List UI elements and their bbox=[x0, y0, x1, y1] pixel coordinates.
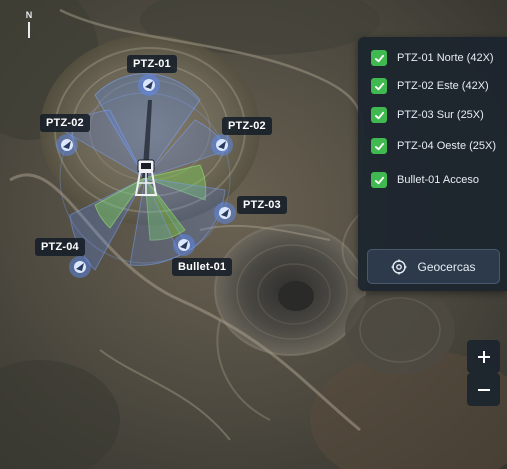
checkbox-checked-icon[interactable] bbox=[371, 138, 387, 154]
minus-icon bbox=[477, 388, 490, 391]
geofences-button[interactable]: Geocercas bbox=[367, 249, 500, 284]
north-label: N bbox=[25, 10, 33, 20]
layer-label: PTZ-04 Oeste (25X) bbox=[397, 140, 497, 152]
plus-icon bbox=[477, 350, 490, 363]
camera-label-ptz-04[interactable]: PTZ-04 bbox=[35, 238, 85, 256]
camera-label-bullet-01[interactable]: Bullet-01 bbox=[172, 258, 233, 276]
checkbox-checked-icon[interactable] bbox=[371, 50, 387, 66]
zoom-out-button[interactable] bbox=[467, 373, 500, 406]
camera-marker-icon bbox=[214, 202, 236, 224]
checkbox-checked-icon[interactable] bbox=[371, 172, 387, 188]
layer-label: PTZ-01 Norte (42X) bbox=[397, 52, 494, 64]
layer-label: PTZ-02 Este (42X) bbox=[397, 80, 489, 92]
camera-marker-icon bbox=[173, 234, 195, 256]
layer-toggle-ptz-03[interactable]: PTZ-03 Sur (25X) bbox=[371, 106, 484, 124]
camera-label-ptz-02-east[interactable]: PTZ-02 bbox=[222, 117, 272, 135]
zoom-in-button[interactable] bbox=[467, 340, 500, 373]
checkbox-checked-icon[interactable] bbox=[371, 107, 387, 123]
layer-toggle-ptz-01[interactable]: PTZ-01 Norte (42X) bbox=[371, 49, 494, 67]
camera-label-ptz-02-west[interactable]: PTZ-02 bbox=[40, 114, 90, 132]
layer-toggle-ptz-04[interactable]: PTZ-04 Oeste (25X) bbox=[371, 137, 496, 155]
camera-marker-icon bbox=[69, 256, 91, 278]
camera-marker-icon bbox=[138, 74, 160, 96]
camera-marker-icon bbox=[56, 134, 78, 156]
geofences-label: Geocercas bbox=[417, 259, 476, 274]
geofence-icon bbox=[391, 259, 407, 274]
layer-toggle-bullet-01[interactable]: Bullet-01 Acceso bbox=[371, 171, 479, 189]
checkbox-checked-icon[interactable] bbox=[371, 78, 387, 94]
camera-label-ptz-03[interactable]: PTZ-03 bbox=[237, 196, 287, 214]
layer-label: Bullet-01 Acceso bbox=[397, 174, 479, 186]
camera-marker-icon bbox=[211, 134, 233, 156]
north-arrow-icon: N bbox=[22, 10, 36, 40]
layer-label: PTZ-03 Sur (25X) bbox=[397, 109, 484, 121]
camera-label-ptz-01[interactable]: PTZ-01 bbox=[127, 55, 177, 73]
layer-toggle-ptz-02[interactable]: PTZ-02 Este (42X) bbox=[371, 77, 489, 95]
